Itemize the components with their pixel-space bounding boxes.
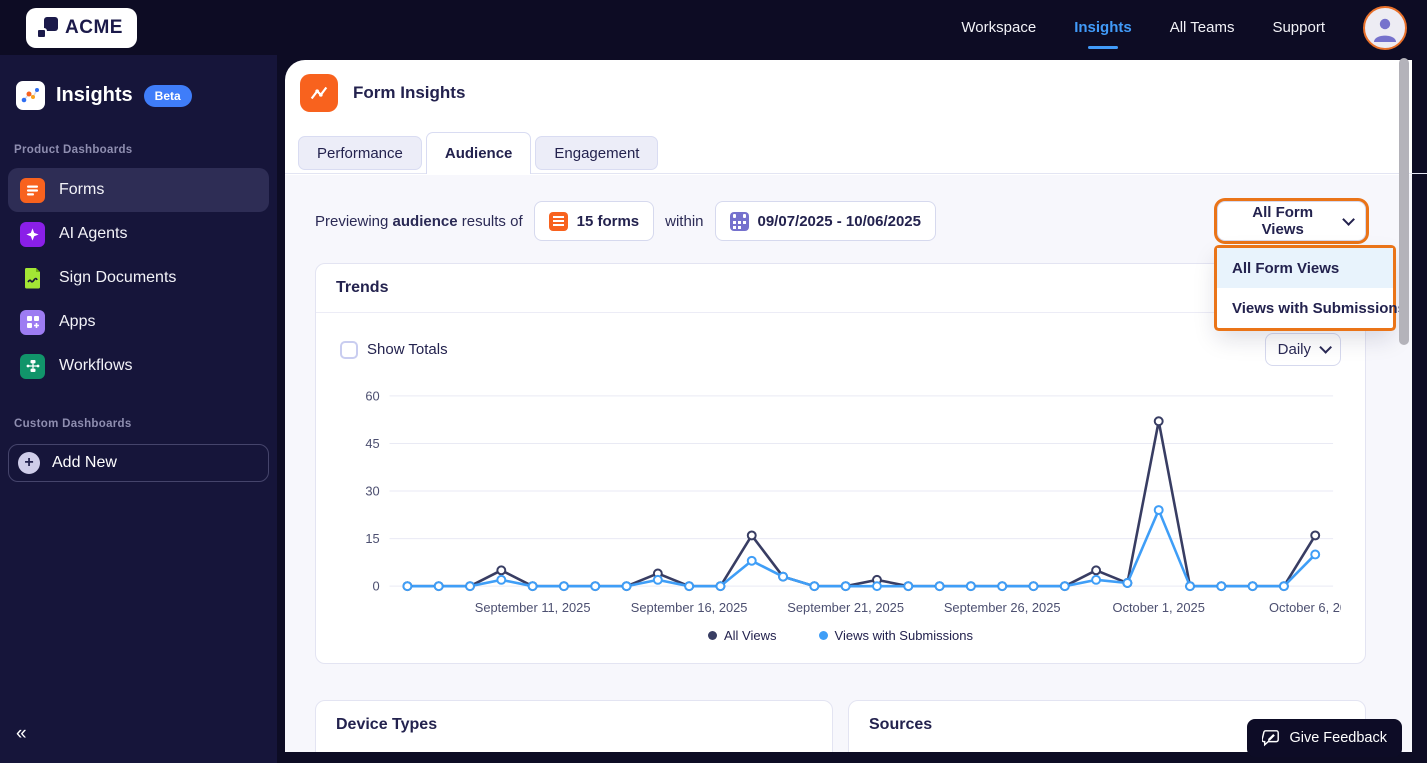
add-new-button[interactable]: + Add New [8, 444, 269, 482]
add-new-label: Add New [52, 454, 117, 471]
view-type-select[interactable]: All Form Views [1217, 201, 1366, 241]
svg-text:0: 0 [372, 579, 379, 594]
topbar: ACME Workspace Insights All Teams Suppor… [0, 0, 1427, 55]
ai-agents-icon [20, 221, 45, 247]
nav-workspace[interactable]: Workspace [961, 19, 1036, 36]
beta-badge: Beta [143, 84, 192, 107]
tab-audience[interactable]: Audience [425, 132, 532, 174]
top-navigation: Workspace Insights All Teams Support [961, 5, 1407, 50]
acme-logo-text: ACME [65, 16, 123, 38]
tab-performance[interactable]: Performance [298, 136, 422, 170]
sidebar-item-forms[interactable]: Forms [8, 168, 269, 212]
workflows-icon [20, 353, 45, 379]
bottom-cards-row: Device Types Sources [315, 699, 1366, 760]
show-totals-checkbox[interactable] [340, 340, 358, 359]
tabs: Performance Audience Engagement [285, 132, 1427, 174]
chevron-down-icon [1319, 341, 1332, 354]
filter-row: Previewing audience results of 15 forms … [315, 201, 1406, 328]
forms-icon [20, 177, 45, 203]
sidebar-nav-list: Forms AI Agents Sign Documents Apps Work… [8, 168, 269, 388]
svg-text:October 6, 2025: October 6, 2025 [1269, 600, 1341, 615]
legend-item: All Views [708, 628, 777, 643]
plus-icon: + [18, 452, 40, 474]
trends-chart: 0 15 30 45 60 September 11, 2025 September 16,… [340, 384, 1341, 620]
sidebar-item-label: Workflows [59, 357, 133, 374]
vertical-scrollbar-thumb[interactable] [1399, 58, 1409, 345]
section-custom-dashboards: Custom Dashboards [14, 418, 132, 430]
nav-insights[interactable]: Insights [1074, 19, 1132, 36]
sidebar-item-ai-agents[interactable]: AI Agents [8, 212, 269, 256]
sidebar-item-label: AI Agents [59, 225, 128, 242]
nav-all-teams[interactable]: All Teams [1170, 19, 1235, 36]
sidebar-item-label: Sign Documents [59, 269, 177, 286]
acme-logo[interactable]: ACME [26, 7, 137, 48]
apps-icon [20, 309, 45, 335]
svg-text:September 21, 2025: September 21, 2025 [787, 600, 904, 615]
chart-controls: Show Totals Daily [340, 333, 1341, 366]
sidebar-item-label: Apps [59, 313, 96, 330]
within-label: within [665, 212, 704, 230]
preview-description: Previewing audience results of [315, 212, 523, 230]
dropdown-option-views-with-submissions[interactable]: Views with Submissions [1217, 288, 1406, 328]
sidebar-item-apps[interactable]: Apps [8, 300, 269, 344]
svg-text:45: 45 [365, 436, 379, 451]
view-type-dropdown-menu: All Form Views Views with Submissions [1217, 248, 1406, 328]
svg-text:September 11, 2025: September 11, 2025 [475, 600, 591, 615]
line-chart: 0 15 30 45 60 September 11, 2025 September 16,… [365, 388, 1341, 615]
sidebar: Insights Beta Product Dashboards Forms A… [0, 55, 277, 763]
sidebar-collapse-icon[interactable]: « [16, 723, 27, 745]
card-title: Device Types [336, 715, 438, 733]
sidebar-title: Insights [56, 84, 133, 106]
forms-filter-button[interactable]: 15 forms [533, 201, 655, 241]
sidebar-item-sign-documents[interactable]: Sign Documents [8, 256, 269, 300]
person-icon [1374, 18, 1396, 42]
trends-card: Trends Show Totals Daily 0 15 30 45 60 Septem… [315, 263, 1366, 664]
interval-select[interactable]: Daily [1264, 333, 1341, 366]
sidebar-header: Insights Beta [0, 55, 277, 110]
insights-app-icon [16, 81, 45, 110]
sign-documents-icon [20, 266, 45, 291]
sidebar-item-label: Forms [59, 181, 105, 198]
form-icon [548, 211, 568, 231]
page-title: Form Insights [353, 83, 466, 102]
svg-text:September 26, 2025: September 26, 2025 [944, 600, 1061, 615]
viewport-bottom-strip [285, 752, 1412, 763]
calendar-icon [729, 211, 749, 231]
svg-text:60: 60 [365, 388, 379, 403]
give-feedback-button[interactable]: Give Feedback [1247, 719, 1402, 757]
content-area: Previewing audience results of 15 forms … [285, 175, 1412, 763]
svg-text:30: 30 [365, 483, 379, 498]
card-title: Sources [869, 715, 933, 733]
trends-title: Trends [316, 264, 1365, 313]
trends-body: Show Totals Daily 0 15 30 45 60 September 11,… [316, 313, 1365, 663]
date-range-button[interactable]: 09/07/2025 - 10/06/2025 [714, 201, 936, 241]
tab-engagement[interactable]: Engagement [535, 136, 659, 170]
acme-logo-icon [36, 16, 58, 39]
main-panel: Form Insights Performance Audience Engag… [285, 60, 1427, 763]
svg-text:October 1, 2025: October 1, 2025 [1113, 600, 1205, 615]
dropdown-option-all-form-views[interactable]: All Form Views [1217, 248, 1393, 288]
avatar[interactable] [1363, 5, 1407, 50]
nav-support[interactable]: Support [1272, 19, 1325, 36]
show-totals-label: Show Totals [367, 341, 448, 358]
section-product-dashboards: Product Dashboards [14, 144, 133, 156]
legend-dot [818, 630, 828, 640]
page-header: Form Insights [285, 60, 1412, 112]
chart-legend: All Views Views with Submissions [340, 628, 1341, 647]
feedback-icon [1262, 730, 1280, 747]
legend-item: Views with Submissions [818, 628, 973, 643]
device-types-card: Device Types [315, 699, 833, 760]
legend-dot [708, 630, 717, 640]
sidebar-item-workflows[interactable]: Workflows [8, 344, 269, 388]
form-insights-icon [300, 74, 338, 112]
svg-text:September 16, 2025: September 16, 2025 [631, 600, 748, 615]
view-select-wrap: All Form Views All Form Views Views with… [1217, 201, 1406, 328]
chevron-down-icon [1342, 212, 1356, 226]
svg-text:15: 15 [365, 531, 379, 546]
